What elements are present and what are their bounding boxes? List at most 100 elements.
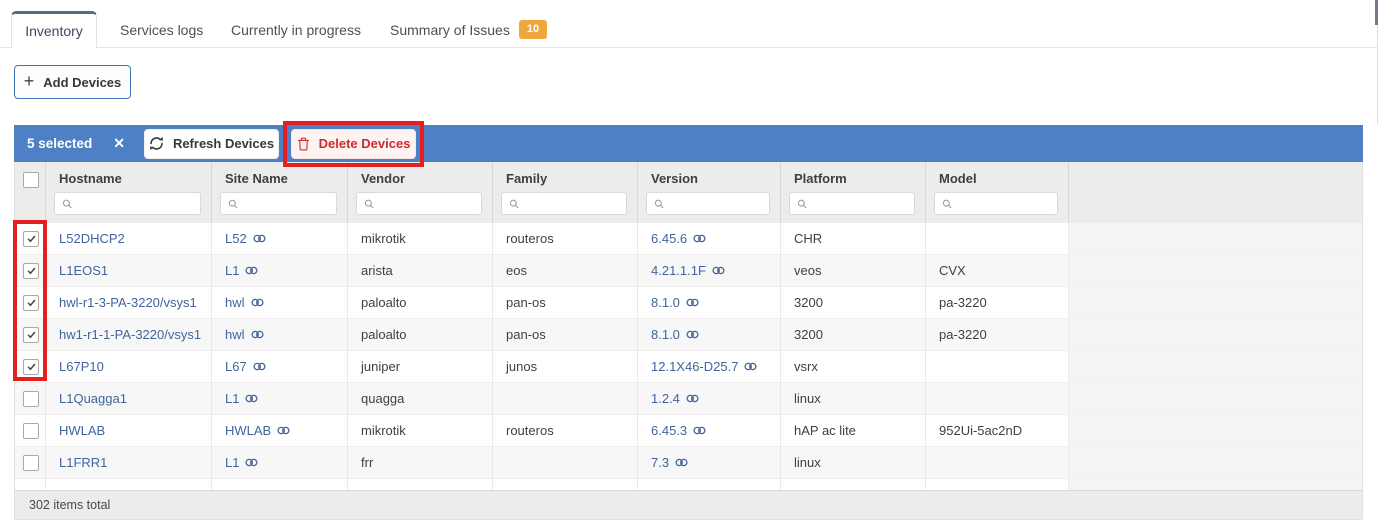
selected-count: 5 selected	[27, 136, 92, 151]
link-icon	[251, 330, 264, 339]
row-checkbox[interactable]	[23, 391, 39, 407]
column-header-version[interactable]: Version	[651, 171, 770, 186]
site-link[interactable]: L1	[212, 383, 348, 414]
model-cell	[926, 223, 1069, 254]
link-icon	[686, 298, 699, 307]
version-link[interactable]: 7.3	[638, 447, 781, 478]
row-checkbox[interactable]	[23, 263, 39, 279]
link-icon	[253, 362, 266, 371]
add-devices-button[interactable]: + Add Devices	[14, 65, 131, 99]
table-row: hw1-r1-1-PA-3220/vsys1 hwl paloalto pan-…	[15, 319, 1362, 351]
model-filter-input[interactable]	[957, 193, 1057, 214]
table-footer: 302 items total	[15, 490, 1362, 519]
model-cell	[926, 351, 1069, 382]
column-header-platform[interactable]: Platform	[794, 171, 915, 186]
row-checkbox[interactable]	[23, 455, 39, 471]
family-cell: routeros	[493, 223, 638, 254]
family-cell	[493, 383, 638, 414]
link-icon	[245, 266, 258, 275]
site-link[interactable]: L67	[212, 351, 348, 382]
version-link[interactable]: 12.1X46-D25.7	[638, 351, 781, 382]
site-link[interactable]: L1	[212, 255, 348, 286]
column-header-model[interactable]: Model	[939, 171, 1058, 186]
site-link[interactable]: HWLAB	[212, 415, 348, 446]
link-icon	[693, 426, 706, 435]
tab-summary-of-issues[interactable]: Summary of Issues 10	[390, 12, 547, 47]
platform-cell: CHR	[781, 223, 926, 254]
version-link[interactable]: 4.21.1.1F	[638, 255, 781, 286]
version-link[interactable]: 6.45.3	[638, 415, 781, 446]
version-filter-input[interactable]	[669, 193, 769, 214]
platform-cell: veos	[781, 255, 926, 286]
tab-inventory[interactable]: Inventory	[11, 11, 97, 48]
search-icon	[62, 198, 73, 210]
version-link[interactable]: 8.1.0	[638, 287, 781, 318]
link-icon	[251, 298, 264, 307]
family-cell: pan-os	[493, 319, 638, 350]
column-header-hostname[interactable]: Hostname	[59, 171, 201, 186]
link-icon	[712, 266, 725, 275]
hostname-link[interactable]: hw1-r1-1-PA-3220/vsys1	[46, 319, 212, 350]
selection-toolbar: 5 selected ✕ Refresh Devices	[14, 125, 1363, 162]
link-icon	[744, 362, 757, 371]
row-checkbox[interactable]	[23, 295, 39, 311]
version-link[interactable]: 6.45.6	[638, 223, 781, 254]
refresh-icon	[149, 136, 164, 151]
vendor-cell: mikrotik	[348, 415, 493, 446]
platform-filter-input[interactable]	[812, 193, 914, 214]
hostname-link[interactable]: L52DHCP2	[46, 223, 212, 254]
hostname-link[interactable]: hwl-r1-3-PA-3220/vsys1	[46, 287, 212, 318]
hostname-link[interactable]: L67P10	[46, 351, 212, 382]
model-cell: pa-3220	[926, 287, 1069, 318]
vendor-cell: frr	[348, 447, 493, 478]
family-filter-input[interactable]	[524, 193, 626, 214]
annotation-box-delete: Delete Devices	[283, 121, 424, 167]
table-row: hwl-r1-3-PA-3220/vsys1 hwl paloalto pan-…	[15, 287, 1362, 319]
hostname-filter-input[interactable]	[78, 193, 200, 214]
model-cell: pa-3220	[926, 319, 1069, 350]
vendor-cell: quagga	[348, 383, 493, 414]
tab-currently-in-progress[interactable]: Currently in progress	[231, 12, 361, 47]
site-link[interactable]: hwl	[212, 287, 348, 318]
clear-selection-icon[interactable]: ✕	[113, 135, 125, 152]
site-link[interactable]: L52	[212, 223, 348, 254]
version-link[interactable]: 1.2.4	[638, 383, 781, 414]
hostname-link[interactable]: HWLAB	[46, 415, 212, 446]
row-checkbox[interactable]	[23, 327, 39, 343]
link-icon	[686, 394, 699, 403]
delete-devices-label: Delete Devices	[319, 136, 411, 151]
hostname-link[interactable]: L1Quagga1	[46, 383, 212, 414]
table-row: L67P10 L67 juniper junos 12.1X46-D25.7 v…	[15, 351, 1362, 383]
search-icon	[942, 198, 952, 210]
column-header-family[interactable]: Family	[506, 171, 627, 186]
table-row: L1FRR1 L1 frr 7.3 linux	[15, 447, 1362, 479]
platform-cell: hAP ac lite	[781, 415, 926, 446]
vendor-filter-input[interactable]	[379, 193, 481, 214]
table-row: L1Quagga1 L1 quagga 1.2.4 linux	[15, 383, 1362, 415]
row-checkbox[interactable]	[23, 231, 39, 247]
search-icon	[228, 198, 238, 210]
link-icon	[686, 330, 699, 339]
issues-count-badge: 10	[519, 20, 547, 39]
family-cell: eos	[493, 255, 638, 286]
select-all-checkbox[interactable]	[23, 172, 39, 188]
hostname-link[interactable]: L1EOS1	[46, 255, 212, 286]
family-cell	[493, 447, 638, 478]
column-header-vendor[interactable]: Vendor	[361, 171, 482, 186]
vendor-cell: juniper	[348, 351, 493, 382]
inventory-panel: 5 selected ✕ Refresh Devices	[14, 125, 1363, 520]
site-name-filter-input[interactable]	[243, 193, 336, 214]
model-cell: CVX	[926, 255, 1069, 286]
vendor-cell: arista	[348, 255, 493, 286]
row-checkbox[interactable]	[23, 423, 39, 439]
tab-services-logs[interactable]: Services logs	[120, 12, 203, 47]
platform-cell: 3200	[781, 287, 926, 318]
row-checkbox[interactable]	[23, 359, 39, 375]
site-link[interactable]: hwl	[212, 319, 348, 350]
version-link[interactable]: 8.1.0	[638, 319, 781, 350]
site-link[interactable]: L1	[212, 447, 348, 478]
hostname-link[interactable]: L1FRR1	[46, 447, 212, 478]
column-header-site-name[interactable]: Site Name	[225, 171, 337, 186]
refresh-devices-button[interactable]: Refresh Devices	[144, 129, 279, 159]
delete-devices-button[interactable]: Delete Devices	[291, 129, 416, 159]
